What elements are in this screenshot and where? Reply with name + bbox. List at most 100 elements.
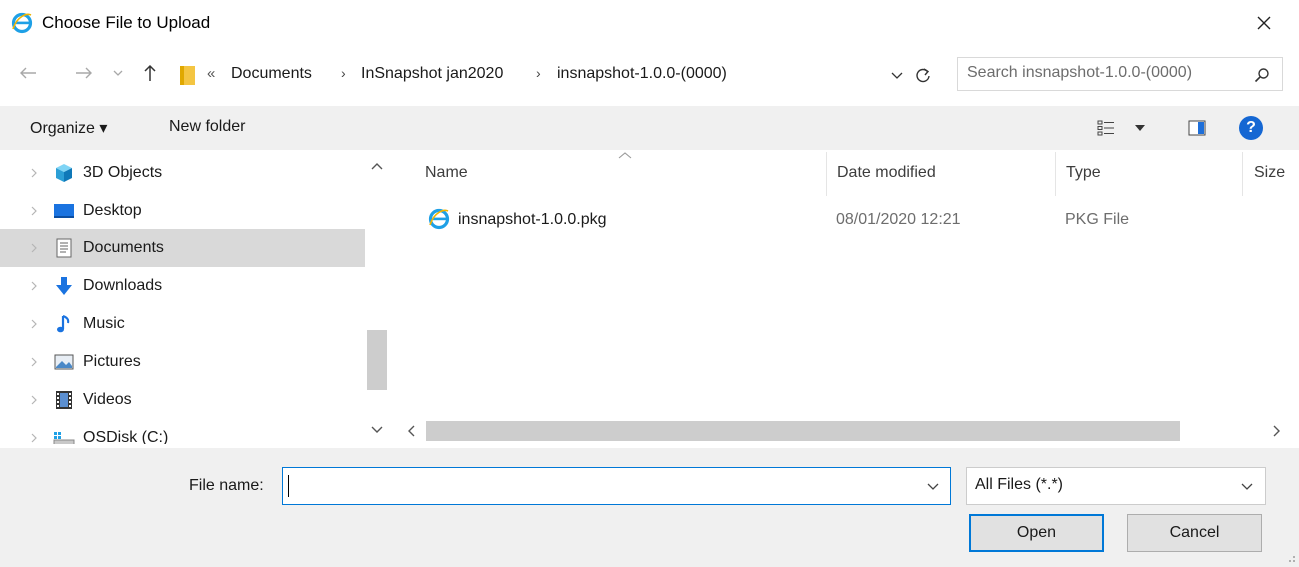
documents-icon <box>53 238 75 258</box>
expand-chevron-icon[interactable] <box>27 390 41 410</box>
column-header-label: Name <box>425 164 468 181</box>
column-header-size[interactable]: Size <box>1243 152 1299 192</box>
folder-icon <box>180 66 195 85</box>
downloads-icon <box>53 276 75 296</box>
nav-item-documents[interactable]: Documents <box>0 229 365 267</box>
window-title: Choose File to Upload <box>42 13 211 32</box>
desktop-icon <box>53 201 75 221</box>
nav-item-desktop[interactable]: Desktop <box>0 192 365 230</box>
expand-chevron-icon[interactable] <box>27 238 41 258</box>
caret-down-icon <box>1135 125 1145 131</box>
scrollbar-thumb[interactable] <box>426 421 1180 441</box>
command-bar: Organize ▾ New folder ? <box>0 106 1299 150</box>
videos-icon <box>53 390 75 410</box>
change-view-button[interactable] <box>1095 117 1117 139</box>
scroll-down-button[interactable] <box>369 422 385 438</box>
file-name-input[interactable] <box>289 476 909 494</box>
search-input[interactable] <box>967 64 1237 82</box>
recent-locations-button[interactable] <box>110 62 126 84</box>
search-box[interactable] <box>957 57 1283 91</box>
expand-chevron-icon[interactable] <box>27 428 41 444</box>
chevron-left-icon <box>408 425 415 437</box>
cancel-button[interactable]: Cancel <box>1127 514 1262 552</box>
scroll-left-button[interactable] <box>402 422 420 440</box>
chevron-down-icon <box>927 483 939 490</box>
nav-item-label: Desktop <box>83 202 142 219</box>
chevron-right-icon <box>1273 425 1280 437</box>
scroll-right-button[interactable] <box>1268 422 1286 440</box>
close-button[interactable] <box>1244 6 1284 40</box>
refresh-button[interactable] <box>911 64 935 88</box>
preview-pane-button[interactable] <box>1186 117 1208 139</box>
breadcrumb-current-folder[interactable]: insnapshot-1.0.0-(0000) <box>557 65 727 83</box>
resize-grip-icon[interactable] <box>1284 551 1296 563</box>
open-button[interactable]: Open <box>969 514 1104 552</box>
title-bar: Choose File to Upload <box>0 0 1299 48</box>
close-icon <box>1257 16 1271 30</box>
nav-item-label: Videos <box>83 391 132 408</box>
expand-chevron-icon[interactable] <box>27 352 41 372</box>
file-list-horizontal-scrollbar[interactable] <box>400 418 1299 444</box>
sort-ascending-icon <box>618 152 632 159</box>
file-name: insnapshot-1.0.0.pkg <box>458 211 607 228</box>
magnifier-icon <box>1254 68 1269 83</box>
3d-objects-icon <box>53 163 75 183</box>
nav-item-videos[interactable]: Videos <box>0 381 365 419</box>
file-type-value: All Files (*.*) <box>975 476 1064 493</box>
view-details-icon <box>1097 120 1114 136</box>
nav-item-pictures[interactable]: Pictures <box>0 343 365 381</box>
expand-chevron-icon[interactable] <box>27 314 41 334</box>
file-row[interactable]: insnapshot-1.0.0.pkg 08/01/2020 12:21 PK… <box>420 202 1280 238</box>
breadcrumb-separator[interactable]: › <box>536 65 541 81</box>
column-header-date-modified[interactable]: Date modified <box>827 152 1055 192</box>
column-header-label: Date modified <box>837 164 936 181</box>
nav-item-downloads[interactable]: Downloads <box>0 267 365 305</box>
forward-button[interactable] <box>73 62 95 84</box>
column-header-type[interactable]: Type <box>1056 152 1242 192</box>
navigation-scrollbar[interactable] <box>365 152 389 444</box>
nav-item-3d-objects[interactable]: 3D Objects <box>0 154 365 192</box>
scroll-up-button[interactable] <box>369 158 385 174</box>
breadcrumb-separator[interactable]: › <box>341 65 346 81</box>
navigation-pane: 3D Objects Desktop Documents Downloads M… <box>0 152 365 444</box>
address-bar[interactable]: « Documents › InSnapshot jan2020 › insna… <box>170 57 945 93</box>
breadcrumb-documents[interactable]: Documents <box>231 65 312 83</box>
up-arrow-icon <box>144 64 156 81</box>
refresh-icon <box>916 68 930 83</box>
chevron-down-icon <box>113 70 123 76</box>
help-button[interactable]: ? <box>1239 116 1263 140</box>
organize-button[interactable]: Organize ▾ <box>30 118 107 138</box>
column-header-name[interactable]: Name <box>400 152 826 192</box>
expand-chevron-icon[interactable] <box>27 201 41 221</box>
chevron-down-icon <box>891 72 903 79</box>
file-name-label: File name: <box>189 477 264 494</box>
nav-item-label: 3D Objects <box>83 164 163 181</box>
back-button[interactable] <box>17 62 39 84</box>
bottom-panel: File name: All Files (*.*) Open Cancel <box>0 448 1299 567</box>
file-list: Name Date modified Type Size insnapshot-… <box>400 152 1299 418</box>
nav-item-label: OSDisk (C:) <box>83 429 169 444</box>
expand-chevron-icon[interactable] <box>27 276 41 296</box>
new-folder-button[interactable]: New folder <box>169 118 245 136</box>
file-name-combobox[interactable] <box>282 467 951 505</box>
file-type-select[interactable]: All Files (*.*) <box>966 467 1266 505</box>
up-button[interactable] <box>139 62 161 84</box>
preview-pane-icon <box>1188 120 1206 136</box>
address-history-dropdown[interactable] <box>887 66 907 86</box>
breadcrumb-overflow-button[interactable]: « <box>207 65 215 82</box>
music-icon <box>53 314 75 334</box>
nav-item-music[interactable]: Music <box>0 305 365 343</box>
file-name-history-dropdown[interactable] <box>923 477 943 497</box>
search-icon[interactable] <box>1252 65 1272 85</box>
nav-item-osdisk[interactable]: OSDisk (C:) <box>0 419 365 444</box>
nav-item-label: Documents <box>83 239 164 256</box>
chevron-down-icon <box>1237 477 1257 497</box>
file-type: PKG File <box>1065 211 1130 228</box>
forward-arrow-icon <box>76 67 92 79</box>
column-header-label: Type <box>1066 164 1101 181</box>
expand-chevron-icon[interactable] <box>27 163 41 183</box>
scrollbar-thumb[interactable] <box>367 330 387 390</box>
view-options-dropdown[interactable] <box>1131 118 1149 138</box>
file-upload-dialog: Choose File to Upload « Documents › InSn… <box>0 0 1299 567</box>
breadcrumb-insnapshot-jan2020[interactable]: InSnapshot jan2020 <box>361 65 503 83</box>
